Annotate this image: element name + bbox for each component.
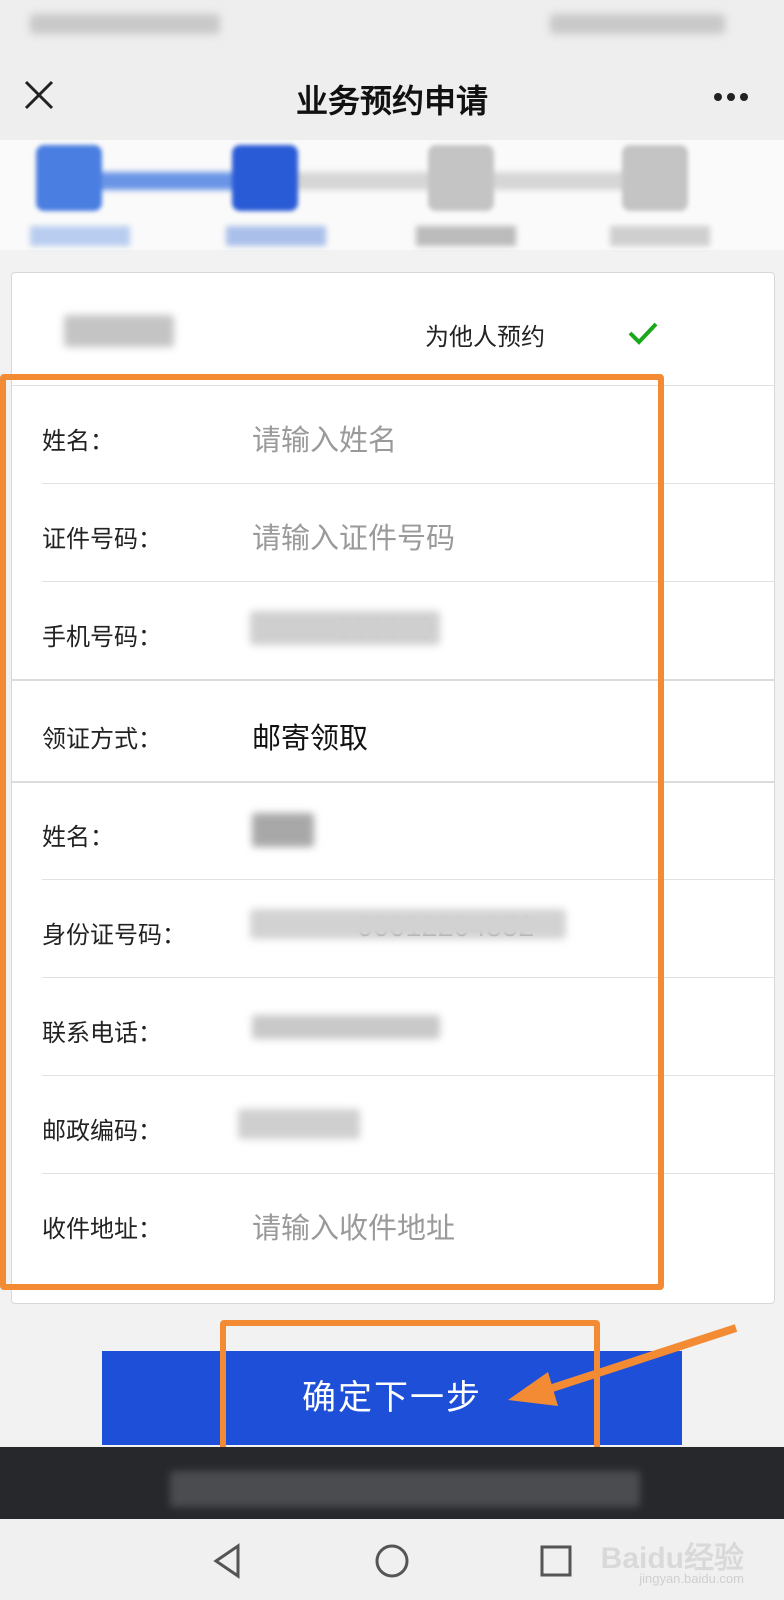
divider <box>12 385 774 386</box>
step-2-label <box>226 226 326 246</box>
title-bar: 业务预约申请 <box>0 50 784 140</box>
home-icon[interactable] <box>372 1541 412 1581</box>
status-bar <box>0 0 784 50</box>
pickup-method-row[interactable]: 领证方式： 邮寄领取 <box>12 681 774 781</box>
address-row[interactable]: 收件地址： 请输入收件地址 <box>12 1175 774 1273</box>
applicant-name-label: 姓名： <box>42 428 114 455</box>
divider <box>42 977 774 978</box>
more-options-icon[interactable] <box>714 88 754 102</box>
recipient-idcard-row[interactable]: 身份证号码： 00012204852 <box>12 881 774 979</box>
step-3-label <box>416 226 516 246</box>
recipient-phone-row[interactable]: 联系电话： <box>12 979 774 1077</box>
applicant-name-input[interactable]: 请输入姓名 <box>252 417 397 459</box>
self-appointment-option-blurred[interactable] <box>64 315 174 347</box>
appointment-for-others-label[interactable]: 为他人预约 <box>425 317 545 352</box>
divider <box>42 1173 774 1174</box>
step-2-icon <box>232 145 298 211</box>
recipient-name-masked[interactable] <box>252 813 314 847</box>
applicant-name-row[interactable]: 姓名： 请输入姓名 <box>12 387 774 485</box>
status-left-blurred <box>30 14 220 34</box>
recipient-name-row[interactable]: 姓名： <box>12 783 774 881</box>
bottom-info-bar <box>0 1447 784 1519</box>
recipient-phone-masked[interactable] <box>252 1015 440 1039</box>
baidu-watermark-url: jingyan.baidu.com <box>639 1571 744 1586</box>
bottom-info-blurred <box>170 1471 640 1507</box>
recent-apps-icon[interactable] <box>536 1541 576 1581</box>
applicant-phone-row[interactable]: 手机号码： 550089 <box>12 583 774 681</box>
postcode-masked[interactable] <box>238 1109 360 1139</box>
page-title: 业务预约申请 <box>295 83 488 119</box>
pickup-method-label: 领证方式： <box>42 726 162 753</box>
recipient-phone-label: 联系电话： <box>42 1020 162 1047</box>
step-1-label <box>30 226 130 246</box>
applicant-id-label: 证件号码： <box>42 526 162 553</box>
applicant-id-row[interactable]: 证件号码： 请输入证件号码 <box>12 485 774 583</box>
applicant-phone-label: 手机号码： <box>42 624 162 651</box>
recipient-idcard-masked <box>250 909 566 939</box>
step-4-icon <box>622 145 688 211</box>
postcode-label: 邮政编码： <box>42 1118 162 1145</box>
divider <box>42 1075 774 1076</box>
step-1-icon <box>36 145 102 211</box>
back-icon[interactable] <box>208 1541 248 1581</box>
check-icon <box>628 322 658 345</box>
step-4-label <box>610 226 710 246</box>
divider <box>42 879 774 880</box>
step-3-icon <box>428 145 494 211</box>
appointment-type-row: 为他人预约 <box>12 273 774 391</box>
address-label: 收件地址： <box>42 1216 162 1243</box>
applicant-id-input[interactable]: 请输入证件号码 <box>252 515 455 557</box>
appointment-form: 为他人预约 姓名： 请输入姓名 证件号码： 请输入证件号码 手机号码： 5500… <box>11 272 775 1304</box>
divider <box>42 483 774 484</box>
address-input[interactable]: 请输入收件地址 <box>252 1205 455 1247</box>
status-right-blurred <box>550 14 725 34</box>
recipient-name-label: 姓名： <box>42 824 114 851</box>
confirm-next-button[interactable]: 确定下一步 <box>102 1351 682 1445</box>
applicant-phone-masked <box>250 611 440 645</box>
progress-steps <box>0 140 784 250</box>
pickup-method-select[interactable]: 邮寄领取 <box>252 715 368 757</box>
system-nav-bar: Baidu经验 jingyan.baidu.com <box>0 1519 784 1600</box>
divider <box>42 581 774 582</box>
recipient-idcard-label: 身份证号码： <box>42 922 186 949</box>
postcode-row[interactable]: 邮政编码： <box>12 1077 774 1175</box>
